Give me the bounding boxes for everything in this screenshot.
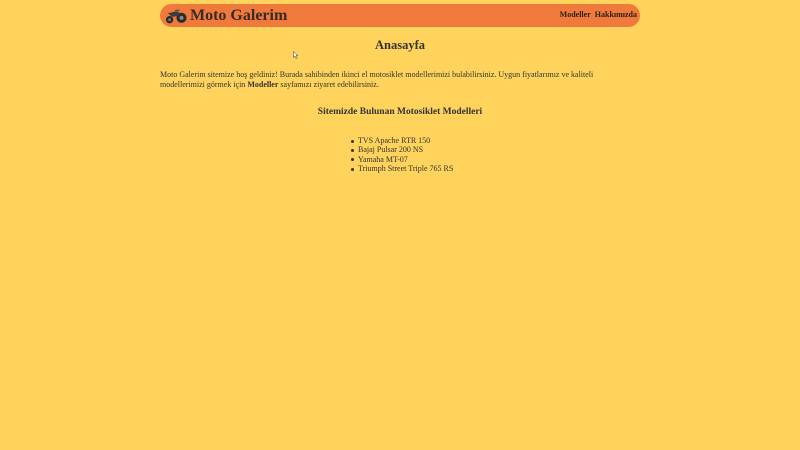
intro-text-end: sayfamızı ziyaret edebilirsiniz.: [278, 79, 379, 89]
page-title: Anasayfa: [374, 38, 425, 52]
nav-modeller[interactable]: Modeller: [560, 10, 591, 19]
section-title: Sitemizde Bulunan Motosiklet Modelleri: [317, 107, 483, 117]
motorcycle-icon: [165, 9, 187, 24]
intro-text: Moto Galerim sitemize hoş geldiniz! Bura…: [160, 70, 640, 90]
site-header: Moto Galerim Modeller Hakkımızda: [160, 4, 640, 27]
intro-models-link: Modeller: [247, 79, 279, 89]
list-item: Bajaj Pulsar 200 NS: [350, 145, 453, 154]
logo-text: Moto Galerim: [190, 7, 288, 24]
list-item: Triumph Street Triple 765 RS: [350, 164, 453, 173]
model-list: TVS Apache RTR 150 Bajaj Pulsar 200 NS Y…: [350, 136, 453, 174]
main-nav: Modeller Hakkımızda: [560, 10, 637, 19]
mouse-cursor-icon: [293, 51, 299, 59]
nav-hakkimizda[interactable]: Hakkımızda: [595, 10, 637, 19]
list-item: Yamaha MT-07: [350, 155, 453, 164]
site-logo[interactable]: Moto Galerim: [165, 6, 287, 26]
list-item: TVS Apache RTR 150: [350, 136, 453, 145]
